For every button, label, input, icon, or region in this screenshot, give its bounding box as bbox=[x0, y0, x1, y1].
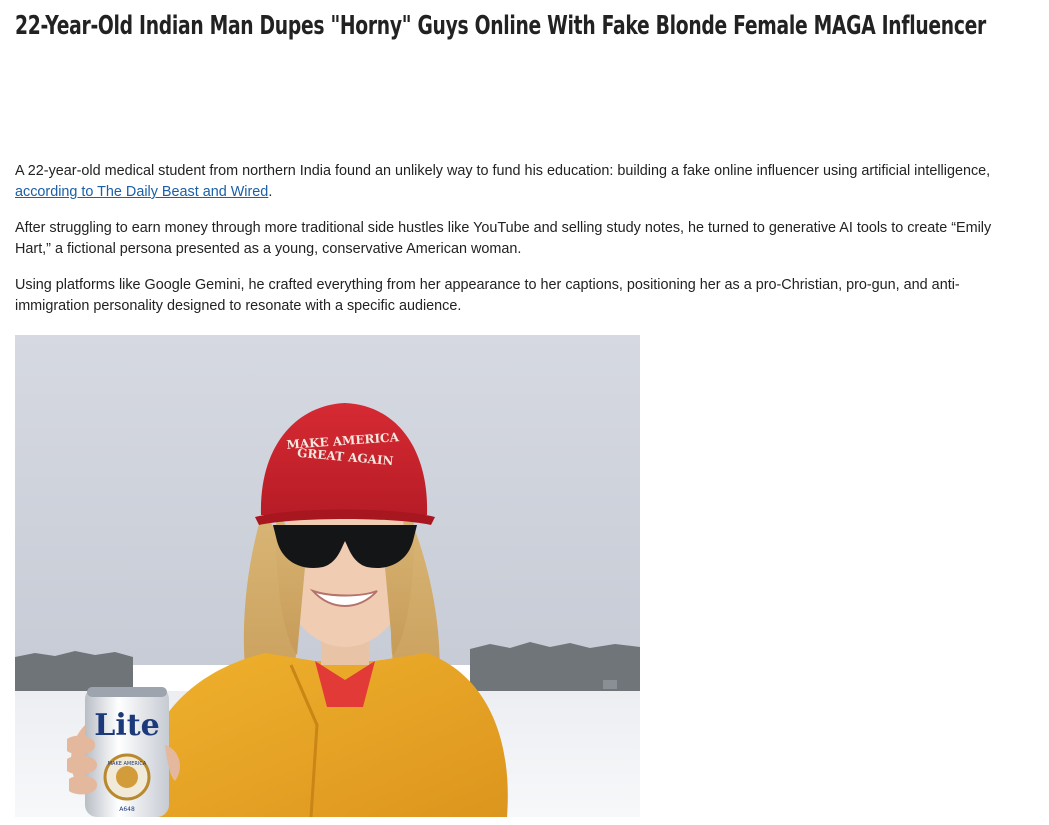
article-headline: 22-Year-Old Indian Man Dupes "Horny" Guy… bbox=[15, 11, 986, 41]
paragraph-1-text: A 22-year-old medical student from north… bbox=[15, 163, 991, 179]
source-link[interactable]: according to The Daily Beast and Wired bbox=[15, 184, 268, 200]
finger-2 bbox=[67, 755, 97, 775]
paragraph-2-text: After struggling to earn money through m… bbox=[15, 220, 992, 257]
can-top bbox=[87, 687, 167, 697]
can-badge-center bbox=[116, 766, 138, 788]
article-body: A 22-year-old medical student from north… bbox=[15, 161, 1025, 332]
paragraph-2: After struggling to earn money through m… bbox=[15, 218, 1025, 260]
paragraph-3-text: Using platforms like Google Gemini, he c… bbox=[15, 277, 960, 314]
finger-3 bbox=[69, 775, 97, 795]
finger-1 bbox=[67, 735, 95, 755]
paragraph-1-end: . bbox=[268, 184, 273, 200]
can-brand: Lite bbox=[94, 708, 159, 743]
article-photo: MAKE AMERICA GREAT AGAIN Lite MAKE AMERI… bbox=[15, 335, 640, 817]
photo-illustration: MAKE AMERICA GREAT AGAIN Lite MAKE AMERI… bbox=[15, 335, 640, 817]
distant-house bbox=[603, 680, 617, 689]
paragraph-3: Using platforms like Google Gemini, he c… bbox=[15, 275, 1025, 317]
can-badge-text: MAKE AMERICA bbox=[108, 761, 147, 767]
paragraph-1: A 22-year-old medical student from north… bbox=[15, 161, 1025, 203]
can-small-text: A648 bbox=[119, 806, 135, 813]
